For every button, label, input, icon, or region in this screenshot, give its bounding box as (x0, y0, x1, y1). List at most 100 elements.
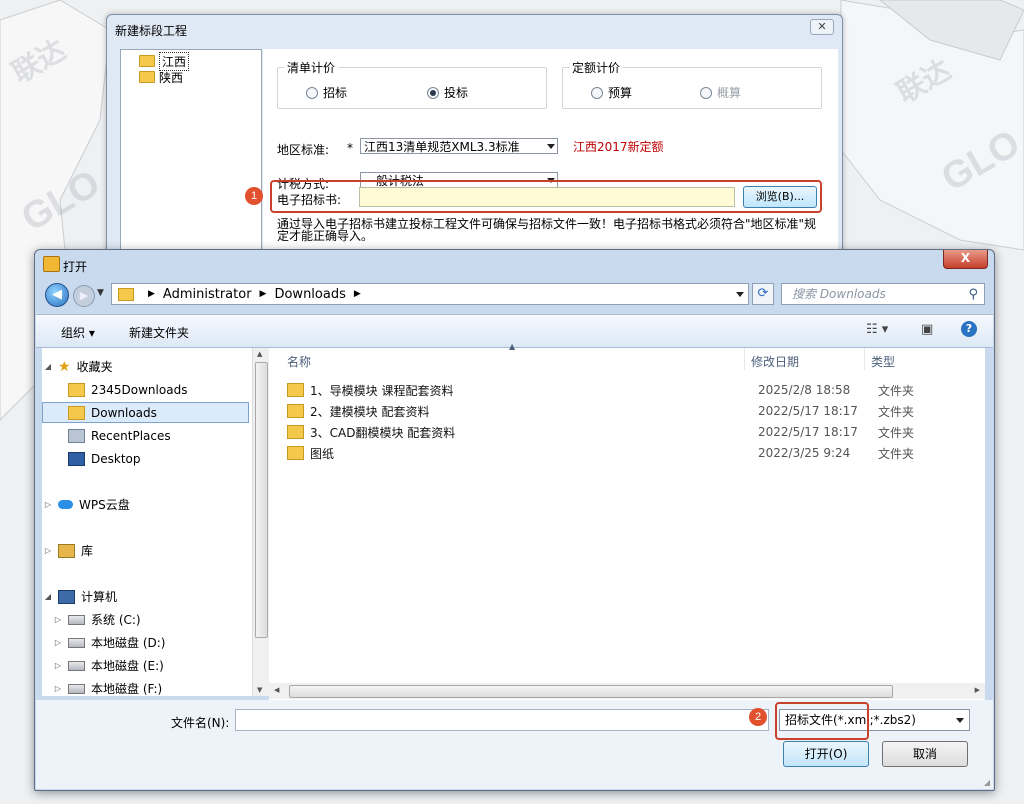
file-row[interactable]: 1、导模模块 课程配套资料 2025/2/8 18:58 文件夹 (285, 380, 965, 400)
column-header-name[interactable]: 名称 (287, 353, 311, 370)
new-bid-project-dialog: 新建标段工程 ✕ 江西 陕西 清单计价 招标 投标 定额计价 预算 概算 地区标… (106, 14, 843, 261)
nav-item-2345downloads[interactable]: 2345Downloads (42, 379, 249, 400)
breadcrumb-separator-icon[interactable]: ▶ (148, 289, 155, 299)
computer-icon (58, 589, 75, 604)
nav-scrollbar[interactable]: ▲ ▼ (252, 348, 269, 696)
breadcrumb-separator-icon[interactable]: ▶ (354, 289, 361, 299)
folder-icon (287, 425, 304, 439)
expand-icon[interactable]: ▷ (52, 638, 64, 647)
scroll-right-icon[interactable]: ▶ (975, 686, 980, 694)
folder-icon (287, 404, 304, 418)
horizontal-scrollbar[interactable]: ◀ ▶ (269, 683, 985, 699)
refresh-icon[interactable]: ⟳ (752, 283, 774, 305)
dialog-title: 打开 (63, 260, 88, 274)
import-note: 通过导入电子招标书建立投标工程文件可确保与招标文件一致！电子招标书格式必须符合"… (277, 217, 817, 243)
nav-drive-c[interactable]: ▷ 系统 (C:) (42, 609, 249, 630)
app-icon (43, 256, 60, 272)
view-list-icon[interactable]: ☷ ▾ (866, 322, 888, 337)
radio-yusuan[interactable]: 预算 (591, 84, 632, 101)
cancel-button[interactable]: 取消 (882, 741, 968, 767)
tree-item-jiangxi[interactable]: 江西 (139, 51, 190, 71)
file-row[interactable]: 图纸 2022/3/25 9:24 文件夹 (285, 443, 965, 463)
expand-icon[interactable]: ▷ (52, 661, 64, 670)
expand-icon[interactable]: ◢ (42, 362, 54, 371)
step-badge-1: 1 (245, 187, 263, 205)
group-title: 定额计价 (569, 59, 624, 76)
filename-input[interactable] (235, 709, 769, 731)
column-header-type[interactable]: 类型 (871, 353, 895, 370)
scroll-up-icon[interactable]: ▲ (257, 350, 262, 358)
close-button[interactable]: ✕ (810, 19, 834, 35)
nav-favorites[interactable]: ◢ ★ 收藏夹 (42, 356, 249, 377)
expand-icon[interactable]: ▷ (52, 615, 64, 624)
column-divider[interactable] (864, 348, 865, 370)
column-header-date[interactable]: 修改日期 (751, 353, 799, 370)
chevron-down-icon[interactable] (736, 292, 744, 297)
scroll-down-icon[interactable]: ▼ (257, 686, 262, 694)
nav-libraries[interactable]: ▷ 库 (42, 540, 249, 561)
sort-arrow-icon: ▲ (509, 342, 516, 351)
nav-drive-f[interactable]: ▷ 本地磁盘 (F:) (42, 678, 249, 699)
search-input[interactable]: 搜索 Downloads ⚲ (781, 283, 985, 305)
disk-drive-icon (68, 660, 85, 671)
tree-item-shaanxi[interactable]: 陕西 (139, 70, 184, 85)
search-icon[interactable]: ⚲ (968, 285, 978, 305)
breadcrumb-administrator[interactable]: Administrator (163, 287, 252, 302)
file-list: 名称 ▲ 修改日期 类型 1、导模模块 课程配套资料 2025/2/8 18:58… (269, 342, 985, 700)
expand-icon[interactable]: ▷ (42, 546, 54, 555)
forward-arrow-icon[interactable]: ▶ (73, 285, 95, 307)
folder-icon (139, 71, 155, 83)
chevron-down-icon (547, 144, 555, 149)
nav-item-desktop[interactable]: Desktop (42, 448, 249, 469)
qingdan-group: 清单计价 招标 投标 (277, 59, 547, 109)
highlight-filetype (775, 702, 869, 740)
preview-pane-icon[interactable]: ▣ (921, 322, 933, 337)
radio-zhaobiao[interactable]: 招标 (306, 84, 347, 101)
organize-button[interactable]: 组织 ▾ (61, 324, 95, 341)
resize-grip-icon[interactable]: ◢ (984, 778, 990, 787)
help-icon[interactable]: ? (961, 321, 977, 337)
nav-computer[interactable]: ◢ 计算机 (42, 586, 249, 607)
address-bar[interactable]: ▶ Administrator ▶ Downloads ▶ (111, 283, 749, 305)
expand-icon[interactable]: ▷ (52, 684, 64, 693)
highlight-ebid (270, 180, 822, 213)
nav-item-recentplaces[interactable]: RecentPlaces (42, 425, 249, 446)
column-divider[interactable] (744, 348, 745, 370)
tree-item-label: 陕西 (159, 70, 184, 85)
history-dropdown-icon[interactable]: ▼ (97, 288, 104, 298)
navigation-pane: ◢ ★ 收藏夹 2345Downloads Downloads RecentPlac… (42, 348, 266, 696)
nav-wps-cloud[interactable]: ▷ WPS云盘 (42, 494, 249, 515)
cloud-icon (58, 500, 73, 509)
nav-drive-e[interactable]: ▷ 本地磁盘 (E:) (42, 655, 249, 676)
file-row[interactable]: 2、建模模块 配套资料 2022/5/17 18:17 文件夹 (285, 401, 965, 421)
back-arrow-icon[interactable]: ◀ (45, 283, 69, 307)
system-drive-icon (68, 614, 85, 625)
nav-drive-d[interactable]: ▷ 本地磁盘 (D:) (42, 632, 249, 653)
filename-label: 文件名(N): (171, 716, 230, 730)
nav-item-downloads[interactable]: Downloads (42, 402, 249, 423)
file-row[interactable]: 3、CAD翻模模块 配套资料 2022/5/17 18:17 文件夹 (285, 422, 965, 442)
radio-checked-icon (427, 86, 439, 99)
scroll-left-icon[interactable]: ◀ (274, 686, 279, 694)
group-title: 清单计价 (284, 59, 339, 76)
scroll-thumb[interactable] (255, 362, 268, 638)
breadcrumb-separator-icon[interactable]: ▶ (260, 289, 267, 299)
folder-icon (287, 446, 304, 460)
region-note: 江西2017新定额 (573, 140, 664, 154)
scroll-thumb[interactable] (289, 685, 893, 698)
star-icon: ★ (58, 358, 71, 375)
breadcrumb-downloads[interactable]: Downloads (274, 287, 345, 302)
region-select[interactable]: 江西13清单规范XML3.3标准 (360, 138, 558, 154)
chevron-down-icon (956, 718, 964, 723)
step-badge-2: 2 (749, 708, 767, 726)
library-icon (58, 543, 75, 558)
new-folder-button[interactable]: 新建文件夹 (129, 324, 189, 341)
open-button[interactable]: 打开(O) (783, 741, 869, 767)
close-button[interactable]: X (943, 250, 988, 269)
expand-icon[interactable]: ▷ (42, 500, 54, 509)
radio-toubiao[interactable]: 投标 (427, 84, 468, 101)
expand-icon[interactable]: ◢ (42, 592, 54, 601)
region-tree: 江西 陕西 (120, 49, 262, 261)
folder-icon (287, 383, 304, 397)
radio-icon (700, 86, 712, 99)
